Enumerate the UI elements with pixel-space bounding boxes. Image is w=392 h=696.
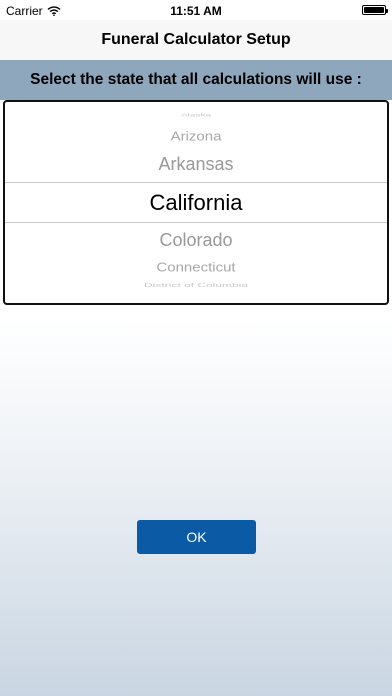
picker-item[interactable]: Arkansas (5, 154, 387, 175)
page-title: Funeral Calculator Setup (101, 31, 291, 48)
picker-item-selected[interactable]: California (5, 190, 387, 216)
picker-item[interactable]: District of Columbia (5, 282, 387, 288)
instruction-text: Select the state that all calculations w… (30, 71, 362, 88)
clock: 11:51 AM (170, 4, 222, 18)
picker-item[interactable]: Connecticut (5, 260, 387, 274)
navigation-bar: Funeral Calculator Setup (0, 20, 392, 60)
picker-item[interactable]: Colorado (5, 230, 387, 251)
picker-selection-line-bottom (5, 222, 387, 223)
picker-item[interactable]: Alaska (5, 113, 387, 118)
ok-button[interactable]: OK (137, 520, 256, 554)
instruction-bar: Select the state that all calculations w… (0, 60, 392, 100)
status-bar: Carrier 11:51 AM (0, 0, 392, 20)
state-picker[interactable]: Alaska Arizona Arkansas California Color… (3, 100, 389, 305)
picker-item[interactable]: Arizona (5, 129, 387, 143)
picker-selection-line-top (5, 182, 387, 183)
battery-icon (362, 5, 388, 15)
